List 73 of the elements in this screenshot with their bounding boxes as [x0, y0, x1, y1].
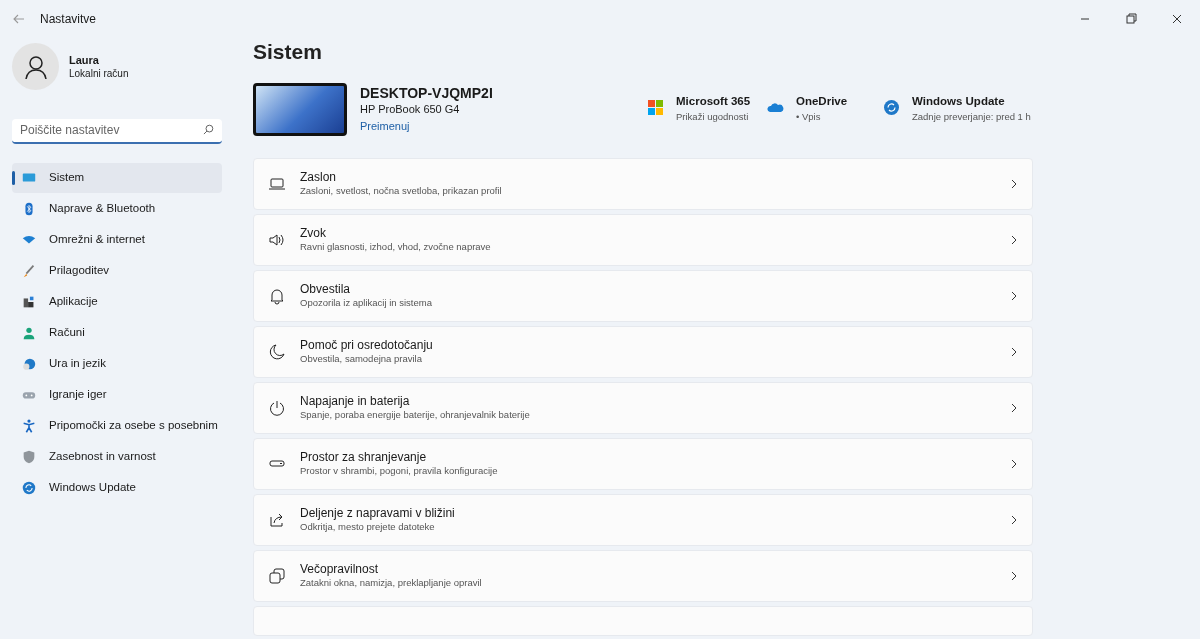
sync-icon: [21, 479, 37, 496]
setting-description: Obvestila, samodejna pravila: [300, 352, 423, 366]
brush-icon: [21, 262, 37, 279]
accessibility-icon: [21, 417, 37, 434]
sidebar-item[interactable]: Sistem: [12, 162, 222, 193]
setting-title: Deljenje z napravami v bližini: [300, 505, 455, 520]
setting-description: Prostor v shrambi, pogoni, pravila konfiguracije: [300, 464, 498, 478]
setting-description: Zatakni okna, namizja, preklapljanje opravil: [300, 576, 482, 590]
avatar[interactable]: [12, 43, 59, 90]
quick-link-title[interactable]: OneDrive: [796, 94, 848, 109]
user-name: Laura: [69, 53, 100, 67]
sidebar-item[interactable]: Aplikacije: [12, 286, 222, 317]
quick-link-title[interactable]: Microsoft 365: [676, 94, 751, 109]
setting-title: Obvestila: [300, 281, 352, 296]
settings-card[interactable]: Zaslon Zasloni, svetlost, nočna svetloba, prikazan profil: [253, 157, 1033, 210]
settings-card[interactable]: Deljenje z napravami v bližini Odkritja, mesto prejete datoteke: [253, 493, 1033, 546]
back-icon[interactable]: [12, 12, 26, 26]
sidebar-item[interactable]: Prilagoditev: [12, 255, 222, 286]
selection-indicator: [12, 170, 15, 185]
moon-icon: [268, 342, 286, 361]
window-title: Nastavitve: [40, 11, 97, 28]
settings-card[interactable]: Večopravilnost Zatakni okna, namizja, preklapljanje opravil: [253, 549, 1033, 602]
search-icon: [203, 124, 214, 135]
sidebar-item[interactable]: Omrežni & internet: [12, 224, 222, 255]
device-name: DESKTOP-VJQMP2I: [360, 84, 493, 101]
sync-icon[interactable]: [883, 99, 900, 116]
settings-card[interactable]: Napajanje in baterija Spanje, poraba energije baterije, ohranjevalnik baterije: [253, 381, 1033, 434]
power-icon: [268, 398, 286, 417]
account-type: Lokalni račun: [69, 66, 129, 80]
setting-title: Zaslon: [300, 169, 338, 184]
setting-description: Ravni glasnosti, izhod, vhod, zvočne naprave: [300, 239, 491, 254]
setting-title: Pomoč pri osredotočanju: [300, 337, 433, 352]
windows-overlap-icon: [268, 566, 286, 585]
settings-card[interactable]: Prostor za shranjevanje Prostor v shrambi, pogoni, pravila konfiguracije: [253, 437, 1033, 490]
setting-description: Odkritja, mesto prejete datoteke: [300, 520, 436, 534]
settings-card[interactable]: Zvok Ravni glasnosti, izhod, vhod, zvočne naprave: [253, 213, 1033, 266]
sidebar-item[interactable]: Ura in jezik: [12, 348, 222, 379]
shield-icon: [21, 448, 37, 465]
settings-card[interactable]: Obvestila Opozorila iz aplikacij in sistema: [253, 269, 1033, 322]
search-field[interactable]: Poiščite nastavitev: [12, 118, 222, 144]
chevron-right-icon: [1010, 402, 1018, 413]
quick-link-title[interactable]: Windows Update: [912, 94, 1031, 109]
chevron-right-icon: [1010, 178, 1018, 189]
quick-link-status: • Vpis: [796, 110, 822, 124]
page-title: Sistem: [253, 39, 323, 65]
quick-link-status: Prikaži ugodnosti: [676, 110, 750, 124]
chevron-right-icon: [1010, 514, 1018, 525]
setting-title: Napajanje in baterija: [300, 393, 411, 408]
setting-title: Zvok: [300, 225, 327, 240]
setting-description: Zasloni, svetlost, nočna svetloba, prikazan profil: [300, 183, 502, 198]
person-icon: [23, 54, 48, 79]
chevron-right-icon: [1010, 290, 1018, 301]
sidebar-item[interactable]: Naprave & Bluetooth: [12, 193, 222, 224]
sidebar-item[interactable]: Windows Update: [12, 472, 222, 503]
quick-link-status: Zadnje preverjanje: pred 1 h: [912, 110, 1031, 124]
setting-description: Opozorila iz aplikacij in sistema: [300, 295, 432, 310]
setting-title: Večopravilnost: [300, 561, 380, 576]
chevron-right-icon: [1010, 234, 1018, 245]
sidebar-item[interactable]: Računi: [12, 317, 222, 348]
chevron-right-icon: [1010, 570, 1018, 581]
grid-logo-icon[interactable]: [647, 99, 664, 116]
rename-link[interactable]: Preimenuj: [360, 119, 410, 132]
chevron-right-icon: [1010, 346, 1018, 357]
storage-drive-icon: [268, 459, 286, 468]
settings-card[interactable]: Pomoč pri osredotočanju Obvestila, samodejna pravila: [253, 325, 1033, 378]
device-model: HP ProBook 650 G4: [360, 101, 461, 117]
chevron-right-icon: [1010, 458, 1018, 469]
bell-icon: [268, 286, 286, 305]
sidebar-item[interactable]: Pripomočki za osebe s posebnim: [12, 410, 222, 441]
setting-description: Spanje, poraba energije baterije, ohranjevalnik baterije: [300, 408, 530, 422]
sidebar-item[interactable]: Zasebnost in varnost: [12, 441, 222, 472]
sidebar-item[interactable]: Igranje iger: [12, 379, 222, 410]
setting-title: Prostor za shranjevanje: [300, 449, 428, 464]
